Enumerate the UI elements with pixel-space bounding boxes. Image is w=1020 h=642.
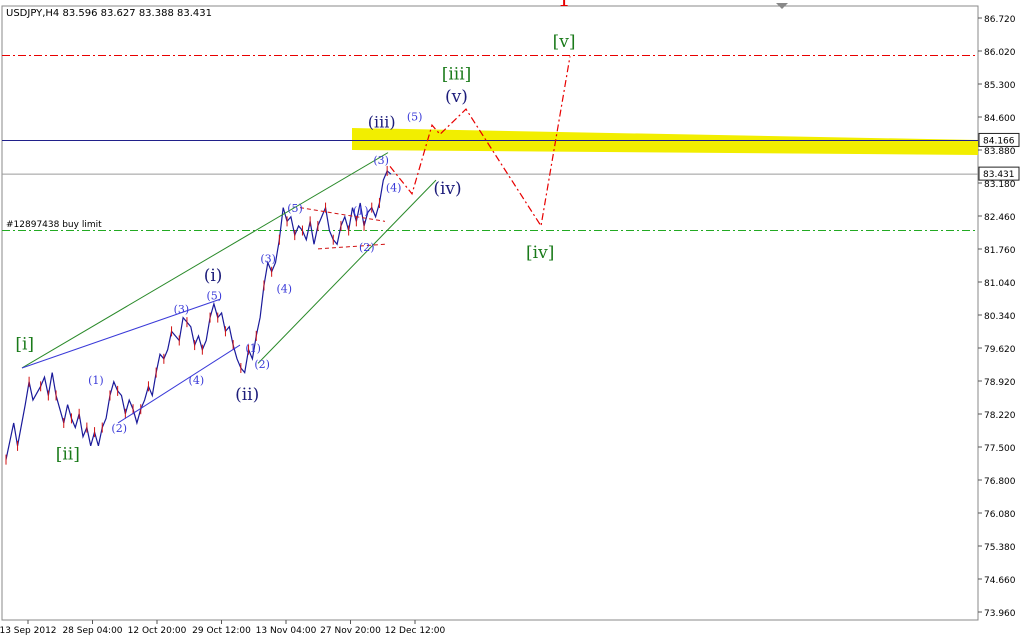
wave-label: (ii) xyxy=(235,385,259,405)
x-tick-label: 29 Oct 12:00 xyxy=(192,626,251,636)
chart: USDJPY,H4 83.596 83.627 83.388 83.431 #1… xyxy=(0,0,1020,638)
x-tick-label: 13 Sep 2012 xyxy=(0,626,57,636)
y-tick-label: 78.220 xyxy=(984,411,1016,421)
y-tick-label: 86.720 xyxy=(984,15,1016,25)
wave-label: (2) xyxy=(111,422,127,435)
wave-label: (1) xyxy=(88,374,104,387)
x-tick-label: 12 Dec 12:00 xyxy=(385,626,446,636)
price-chart-svg: USDJPY,H4 83.596 83.627 83.388 83.431 #1… xyxy=(0,0,1020,638)
y-tick-label: 81.760 xyxy=(984,246,1016,256)
wave-label: (iii) xyxy=(368,112,396,131)
order-label: #12897438 buy limit xyxy=(6,220,102,230)
y-tick-label: 80.340 xyxy=(984,312,1016,322)
wave-label: (3) xyxy=(174,303,190,316)
y-tick-label: 83.180 xyxy=(984,180,1016,190)
wave-label: [i] xyxy=(15,335,34,355)
wave-label: (1) xyxy=(245,342,261,355)
y-tick-label: 73.960 xyxy=(984,609,1016,619)
chart-header: USDJPY,H4 83.596 83.627 83.388 83.431 xyxy=(6,8,212,19)
y-tick-label: 78.920 xyxy=(984,378,1016,388)
wave-label: (5) xyxy=(287,202,303,215)
y-tick-label: 77.500 xyxy=(984,444,1016,454)
wave-label: [ii] xyxy=(56,445,80,465)
wave-label: (3) xyxy=(260,253,276,266)
wave-label: 1 xyxy=(558,0,571,11)
wave-label: (v) xyxy=(445,87,468,107)
wave-label: (2) xyxy=(359,241,375,254)
y-tick-label: 75.380 xyxy=(984,543,1016,553)
y-tick-label: 82.460 xyxy=(984,213,1016,223)
x-tick-label: 27 Nov 20:00 xyxy=(320,626,381,636)
wave-label: (4) xyxy=(276,282,292,295)
wave-label: [v] xyxy=(553,32,576,52)
x-tick-label: 13 Nov 04:00 xyxy=(256,626,317,636)
x-tick-label: 12 Oct 20:00 xyxy=(128,626,187,636)
y-tick-label: 81.040 xyxy=(984,279,1016,289)
wave-label: (i) xyxy=(204,266,223,286)
wave-label: [iv] xyxy=(526,243,554,263)
y-tick-label: 86.020 xyxy=(984,48,1016,58)
wave-label: (4) xyxy=(189,374,205,387)
wave-label: (5) xyxy=(206,289,222,302)
wave-label: (iv) xyxy=(433,179,461,199)
y-tick-label: 85.300 xyxy=(984,81,1016,91)
y-tick-label: 76.080 xyxy=(984,510,1016,520)
price-marker-84166-label: 84.166 xyxy=(983,136,1015,146)
x-tick-label: 28 Sep 04:00 xyxy=(62,626,122,636)
y-tick-label: 76.800 xyxy=(984,477,1016,487)
wave-label: (1) xyxy=(353,204,369,217)
price-marker-current-label: 83.431 xyxy=(983,170,1015,180)
y-tick-label: 79.620 xyxy=(984,345,1016,355)
y-tick-label: 74.660 xyxy=(984,576,1016,586)
plot-background xyxy=(0,0,1020,638)
wave-label: [iii] xyxy=(442,64,472,84)
wave-label: (3) xyxy=(373,154,389,167)
y-tick-label: 83.880 xyxy=(984,147,1016,157)
wave-label: (2) xyxy=(254,358,270,371)
y-tick-label: 84.600 xyxy=(984,114,1016,124)
wave-label: (5) xyxy=(407,111,423,124)
wave-label: (4) xyxy=(386,182,402,195)
